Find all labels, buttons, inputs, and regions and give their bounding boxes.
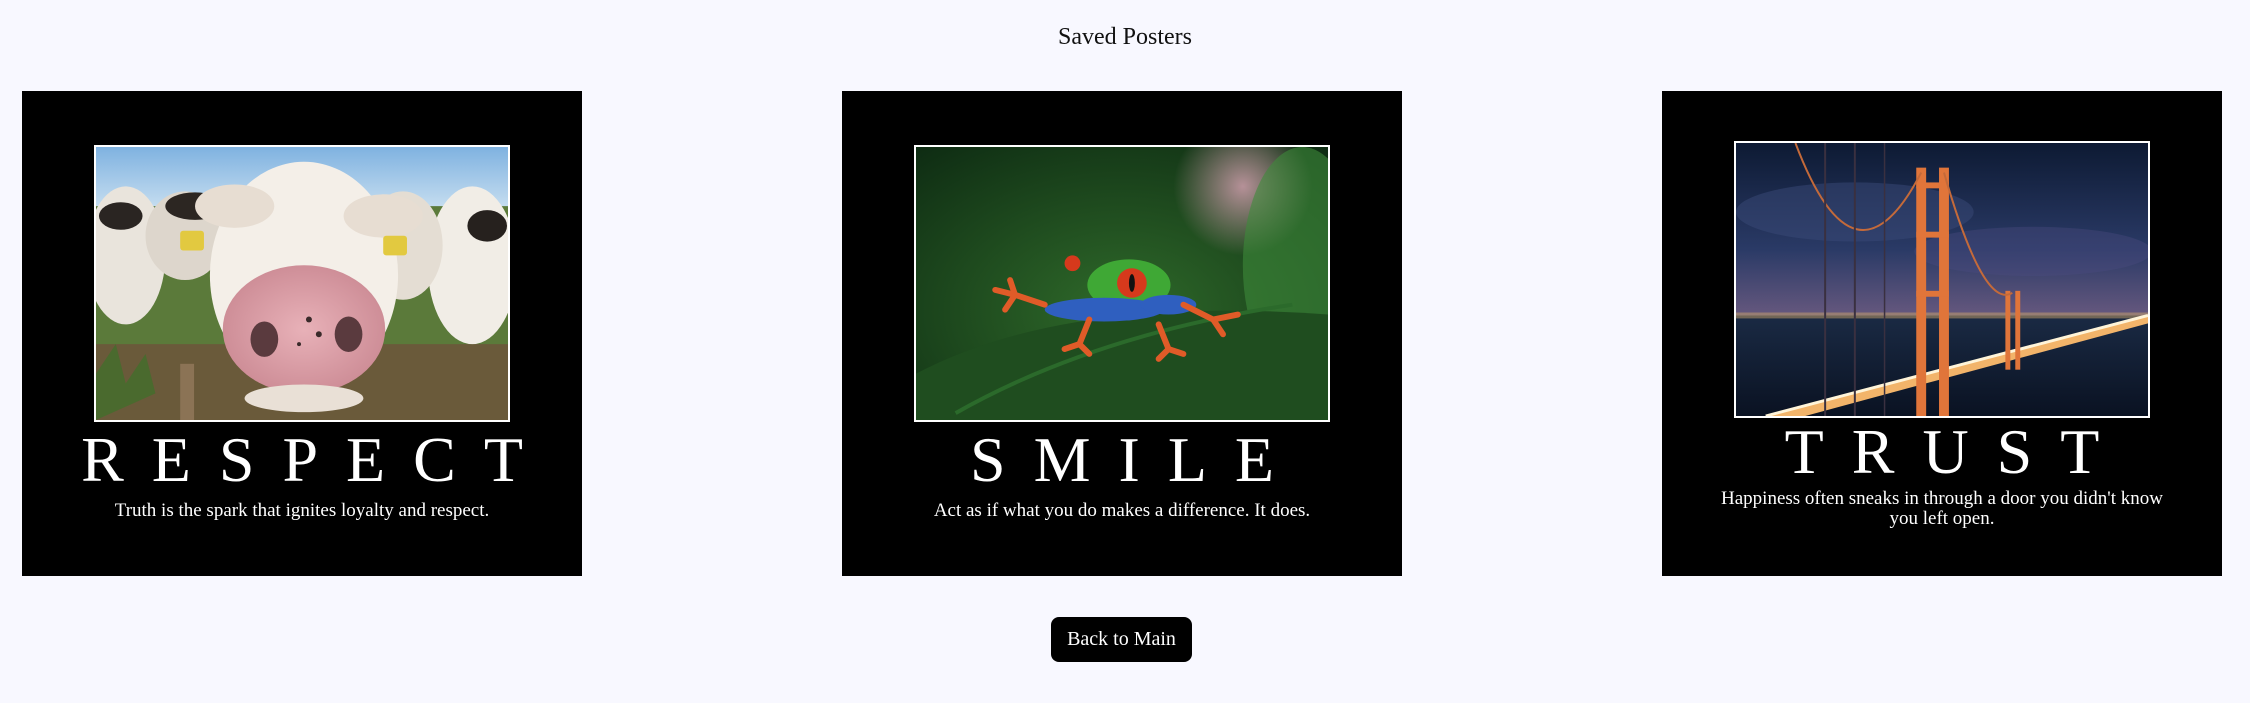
page-title: Saved Posters bbox=[1058, 24, 1192, 50]
cow-closeup-photo bbox=[94, 145, 510, 422]
poster-tagline: Act as if what you do makes a difference… bbox=[933, 500, 1311, 521]
red-eyed-tree-frog-photo bbox=[914, 145, 1330, 422]
poster-headline: SMILE bbox=[970, 424, 1302, 495]
back-to-main-button[interactable]: Back to Main bbox=[1051, 617, 1192, 662]
poster-tagline: Happiness often sneaks in through a door… bbox=[1721, 488, 2163, 529]
golden-gate-bridge-night-photo bbox=[1734, 141, 2150, 418]
poster-headline: TRUST bbox=[1784, 416, 2128, 487]
poster-respect[interactable]: RESPECT Truth is the spark that ignites … bbox=[22, 91, 582, 576]
poster-headline: RESPECT bbox=[81, 424, 551, 495]
poster-trust[interactable]: TRUST Happiness often sneaks in through … bbox=[1662, 91, 2222, 576]
poster-tagline: Truth is the spark that ignites loyalty … bbox=[114, 500, 490, 521]
saved-posters-page: Saved Posters RESPECT Truth is the spark… bbox=[0, 0, 2250, 703]
poster-smile[interactable]: SMILE Act as if what you do makes a diff… bbox=[842, 91, 1402, 576]
